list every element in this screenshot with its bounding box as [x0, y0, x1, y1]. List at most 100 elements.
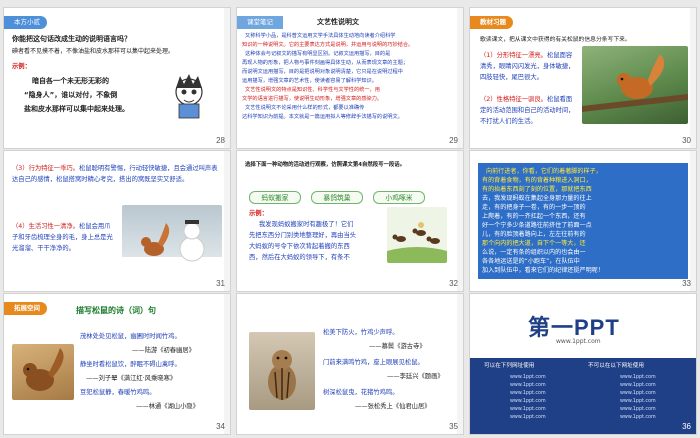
- note-line: 文艺性说明文不论采用什么样的形式，都要以准确传: [245, 105, 365, 111]
- blocked-link[interactable]: www.1ppt.com: [620, 406, 656, 413]
- blocked-link[interactable]: www.1ppt.com: [620, 398, 656, 405]
- answer-label: （4）生活习性一清净。: [12, 223, 79, 230]
- slide-thumbnail-30[interactable]: 教材习题 歌读课文，把从课文中获得的有关松鼠的信息分条写下来。 （1）分形特征一…: [469, 7, 697, 149]
- example-label: 示例：: [249, 210, 268, 217]
- slide-edge: [457, 8, 463, 148]
- answer-3: （3）行为特征一乖巧。松鼠聪明有警惕，行动轻快敏捷，且会通过叫声表达自己的感情，…: [12, 163, 222, 185]
- option-ant[interactable]: 蚂蚁搬家: [249, 191, 301, 204]
- story-line: 好一个宁多少条道路往前挤住了前面一点: [482, 222, 592, 229]
- story-line: 上爬着，有的一齐扛起一个东西，还有: [482, 213, 586, 220]
- poem-author: ——慕鬓《游古寺》: [369, 343, 426, 350]
- slide-number: 33: [682, 279, 691, 288]
- poem-author: ——林通《湖山小隐》: [136, 403, 199, 410]
- note-line: 运用描写，增强文章的艺术性，使读者容易了解科学知识。: [242, 78, 377, 84]
- example-line: 我发现蚂蚁搬家时有趣极了！它们: [259, 221, 354, 228]
- poem-line: 豆犯松鼠静，春暖竹鸡鸣。: [80, 389, 156, 396]
- ants-illustration: [387, 207, 447, 263]
- slide-number: 30: [682, 136, 691, 145]
- slide-thumbnail-32[interactable]: 选择下面一种动物的活动进行观察，仿照课文第4自然段写一段话。 蚂蚁搬家 暴鸽筑巢…: [236, 150, 464, 292]
- note-line: 文学的语言进行描写，使说明生动形象，增强文章的感染力。: [242, 96, 383, 102]
- poem-author: ——刘子翚《满江红·风乘晓寒》: [86, 375, 177, 382]
- note-line: 又称科学小品，是科普文运用文学手法具体生动地向读者介绍科学: [245, 33, 396, 39]
- option-chick[interactable]: 小鸡啄米: [373, 191, 425, 204]
- slide-thumbnail-31[interactable]: （3）行为特征一乖巧。松鼠聪明有警惕，行动轻快敏捷，且会通过叫声表达自己的感情，…: [3, 150, 231, 292]
- blocked-link[interactable]: www.1ppt.com: [620, 390, 656, 397]
- slide-tag: 课堂笔记: [237, 16, 283, 29]
- answer-label: （2）性格特征一驯良。: [480, 96, 547, 103]
- example-line: 大蚂蚁的号令下依次背起着搬的东西: [249, 243, 350, 250]
- logo-area: 第一PPT www.1ppt.com: [470, 294, 696, 358]
- story-line: 走，有的把身子一卷，有的一步一顶的: [482, 204, 586, 211]
- squirrel-snowman-photo: [122, 205, 222, 271]
- example-line: 盐和皮水那样可以集中起来处理。: [24, 105, 129, 113]
- slide-number: 31: [216, 279, 225, 288]
- slide-number: 36: [682, 422, 691, 431]
- slide-edge: [224, 294, 230, 434]
- allowed-link[interactable]: www.1ppt.com: [510, 406, 546, 413]
- story-line: 有的抬着东西刻了刻的位置，那就把东西: [482, 186, 592, 193]
- slide-number: 32: [449, 279, 458, 288]
- chipmunk-photo: [249, 332, 315, 410]
- allowed-link[interactable]: www.1ppt.com: [510, 382, 546, 389]
- logo-subtext: www.1ppt.com: [556, 338, 601, 345]
- allowed-link[interactable]: www.1ppt.com: [510, 374, 546, 381]
- slide-title: 描写松鼠的诗（词）句: [76, 306, 156, 315]
- story-line: 各各地运送是的“小跑车”，在队伍中: [482, 258, 580, 265]
- blocked-link[interactable]: www.1ppt.com: [620, 414, 656, 421]
- example-label: 示例：: [12, 63, 31, 70]
- slide-thumbnail-34[interactable]: 拓展空间 描写松鼠的诗（词）句 茂林处处见松鼠，幽圃时时闻竹鸡。 ——陆游《初春…: [3, 293, 231, 435]
- slide-number: 28: [216, 136, 225, 145]
- example-line: “隐身人”，谁以对付，不象倒: [24, 91, 118, 99]
- example-line: 西，然后在大蚂蚁的领导下，有条不: [249, 254, 350, 261]
- story-line: 儿，有的脸顶着路向上，左左往前有的: [482, 231, 586, 238]
- slide-thumbnail-33[interactable]: 向前行进者，你看，它们的着著脚的样子， 有的背着食物，有的背着种粮进入洞口， 有…: [469, 150, 697, 292]
- example-line: 暗自各一个未无形无彩的: [32, 77, 109, 85]
- slide-edge: [690, 8, 696, 148]
- poem-author: ——李廷兴《题画》: [387, 373, 444, 380]
- note-line: 再现人物的形象，把人物与事件刻画得具体生动，从而表现文章的主题；: [242, 60, 409, 66]
- poem-line: 门前来满鸣竹鸡，座上眼展见松鼠。: [323, 359, 424, 366]
- left-title: 可以在下列网址使用: [484, 363, 535, 369]
- slide-thumbnail-28[interactable]: 本方小贰 你能把这句话改成生动的说明语言吗？ 碘者看不见摸不着，不像油盐和皮水那…: [3, 7, 231, 149]
- note-line: 这种体会与记叙文的描写有明显区别。记叙文运用描写，目的是: [245, 51, 391, 57]
- slide-heading: 文艺性说明文: [317, 18, 359, 26]
- slide-tag: 教材习题: [470, 16, 513, 29]
- slide-thumbnail-36[interactable]: 第一PPT www.1ppt.com 可以在下列网址使用 不可以在以下网址使用 …: [469, 293, 697, 435]
- slide-thumbnail-29[interactable]: 课堂笔记 文艺性说明文 又称科学小品，是科普文运用文学手法具体生动地向读者介绍科…: [236, 7, 464, 149]
- slide-task: 选择下面一种动物的活动进行观察，仿照课文第4自然段写一段话。: [245, 162, 406, 168]
- blocked-link[interactable]: www.1ppt.com: [620, 374, 656, 381]
- story-line: 么说，一定有条的组织以内的也会由一: [482, 249, 586, 256]
- slide-number: 34: [216, 422, 225, 431]
- blocked-link[interactable]: www.1ppt.com: [620, 382, 656, 389]
- squirrel-photo: [582, 46, 688, 124]
- slide-edge: [457, 294, 463, 434]
- slide-edge: [224, 151, 230, 291]
- poem-author: ——陆游《初春幽居》: [132, 347, 195, 354]
- slide-tag: 拓展空间: [4, 302, 47, 315]
- slide-body: 碘者看不见摸不着，不像油盐和皮水那样可以集中起来处理。: [12, 48, 175, 55]
- story-line: 有的背着食物，有的背着种粮进入洞口，: [482, 177, 592, 184]
- answer-1: （1）分形特征一漂亮。松鼠面容清秀，眼睛闪闪发光，身体敏捷，四肢轻快，尾巴很大。: [480, 50, 576, 83]
- slide-edge: [457, 151, 463, 291]
- answer-label: （3）行为特征一乖巧。: [12, 165, 79, 172]
- poem-author: ——张松秀上《仙君山居》: [355, 403, 431, 410]
- poem-line: 茂林处处见松鼠，幽圃时时闻竹鸡。: [80, 333, 181, 340]
- slide-edge: [224, 8, 230, 148]
- story-line: 向前行进者，你看，它们的着著脚的样子，: [486, 168, 602, 175]
- poem-line: 松美下防火，竹鸡少声呼。: [323, 329, 399, 336]
- squirrel-photo: [12, 344, 74, 400]
- allowed-link[interactable]: www.1ppt.com: [510, 414, 546, 421]
- story-line: 去，我发现蚂蚁在集起全身那力量的往上: [482, 195, 592, 202]
- allowed-link[interactable]: www.1ppt.com: [510, 390, 546, 397]
- slide-number: 29: [449, 136, 458, 145]
- story-line: 加入到队伍中，看来它们的纪律还挺严明呢！: [482, 267, 604, 274]
- example-line: 先把东西分门别类地整理好，再由当头: [249, 232, 357, 239]
- poem-line: 树深松鼠曳，花猪竹鸡鸣。: [323, 389, 399, 396]
- allowed-link[interactable]: www.1ppt.com: [510, 398, 546, 405]
- note-line: 而说明文运用描写，目的是把说明对象说明清楚，它只是在说明过程中: [242, 69, 403, 75]
- option-pigeon[interactable]: 暴鸽筑巢: [311, 191, 363, 204]
- note-line: 达科学知识为前提。本文就是一篇运用拟人等修辞手法描写的说明文。: [242, 114, 403, 120]
- slide-thumbnail-35[interactable]: 松美下防火，竹鸡少声呼。 ——慕鬓《游古寺》 门前来满鸣竹鸡，座上眼展见松鼠。 …: [236, 293, 464, 435]
- links-panel: 可以在下列网址使用 不可以在以下网址使用 www.1ppt.com www.1p…: [470, 358, 696, 434]
- note-line: 文艺性说明文的特点是知识性、科学性与文学性的统一，用: [245, 87, 380, 93]
